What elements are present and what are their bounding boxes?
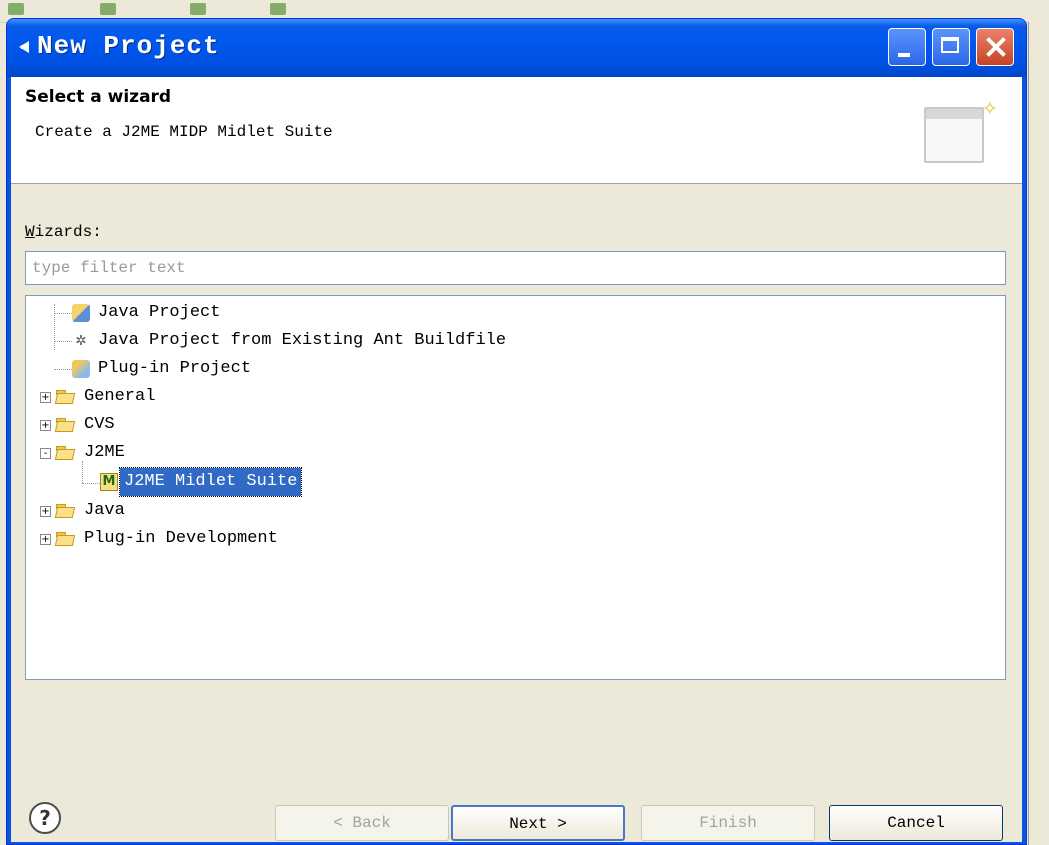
folder-open-icon — [56, 446, 76, 460]
toolbar-icon — [270, 3, 286, 15]
wizards-label-text: izards: — [34, 223, 102, 241]
title-bar[interactable]: New Project — [7, 19, 1026, 77]
finish-button[interactable]: Finish — [641, 805, 815, 841]
new-wizard-banner-icon: ✧ — [924, 93, 998, 167]
expand-icon[interactable]: + — [40, 506, 51, 517]
midlet-suite-icon: M — [100, 473, 118, 491]
plugin-project-icon — [72, 360, 90, 378]
tree-item-general[interactable]: + General — [40, 383, 159, 411]
tree-connector — [54, 369, 72, 370]
folder-icon — [56, 532, 76, 546]
tree-item-plugin-development[interactable]: + Plug-in Development — [40, 525, 282, 553]
tree-item-label: J2ME — [84, 443, 125, 462]
tree-item-j2me[interactable]: - J2ME — [40, 439, 129, 467]
window-icon — [19, 41, 29, 53]
tree-item-label: Plug-in Development — [84, 529, 278, 548]
tree-item-cvs[interactable]: + CVS — [40, 411, 119, 439]
expand-icon[interactable]: + — [40, 392, 51, 403]
folder-icon — [56, 504, 76, 518]
tree-item-java-project[interactable]: Java Project — [72, 299, 224, 327]
help-icon[interactable]: ? — [29, 802, 61, 834]
tree-item-label: J2ME Midlet Suite — [118, 467, 303, 497]
tree-item-j2me-midlet-suite[interactable]: M J2ME Midlet Suite — [100, 467, 303, 497]
sparkle-icon: ✧ — [982, 93, 998, 123]
minimize-button[interactable] — [888, 28, 926, 66]
folder-icon — [56, 418, 76, 432]
tree-item-java[interactable]: + Java — [40, 497, 129, 525]
ant-project-icon: ✲ — [72, 332, 90, 350]
tree-item-label: Java — [84, 501, 125, 520]
tree-item-label: Plug-in Project — [98, 359, 252, 378]
wizards-label: Wizards: — [25, 223, 102, 241]
tree-connector — [54, 341, 72, 342]
wizard-header: Select a wizard Create a J2ME MIDP Midle… — [11, 77, 1022, 184]
collapse-icon[interactable]: - — [40, 448, 51, 459]
new-project-dialog: New Project Select a wizard Create a J2M… — [6, 18, 1027, 845]
tree-item-label: Java Project — [98, 303, 221, 322]
close-button[interactable] — [976, 28, 1014, 66]
header-title: Select a wizard — [25, 87, 172, 107]
java-project-icon — [72, 304, 90, 322]
background-ide-panel — [1028, 22, 1049, 845]
toolbar-icon — [100, 3, 116, 15]
window-title: New Project — [37, 31, 220, 61]
filter-input[interactable] — [25, 251, 1006, 285]
toolbar-icon — [190, 3, 206, 15]
tree-item-label: General — [84, 387, 156, 406]
dialog-body: Select a wizard Create a J2ME MIDP Midle… — [11, 77, 1022, 842]
wizard-tree[interactable]: Java Project ✲ Java Project from Existin… — [25, 295, 1006, 680]
wizards-label-mnemonic: W — [25, 223, 35, 241]
tree-item-label: CVS — [84, 415, 115, 434]
tree-connector — [82, 483, 100, 484]
button-bar: ? < Back Next > Finish Cancel — [11, 767, 1022, 842]
folder-icon — [56, 390, 76, 404]
back-button[interactable]: < Back — [275, 805, 449, 841]
expand-icon[interactable]: + — [40, 534, 51, 545]
window-graphic — [924, 107, 984, 163]
cancel-button[interactable]: Cancel — [829, 805, 1003, 841]
tree-item-java-project-ant[interactable]: ✲ Java Project from Existing Ant Buildfi… — [72, 327, 510, 355]
tree-item-label: Java Project from Existing Ant Buildfile — [98, 331, 507, 350]
expand-icon[interactable]: + — [40, 420, 51, 431]
tree-connector — [54, 313, 72, 314]
tree-item-plugin-project[interactable]: Plug-in Project — [72, 355, 255, 383]
maximize-button[interactable] — [932, 28, 970, 66]
next-button[interactable]: Next > — [451, 805, 625, 841]
toolbar-icon — [8, 3, 24, 15]
header-description: Create a J2ME MIDP Midlet Suite — [35, 123, 333, 141]
tree-connector — [54, 304, 55, 350]
